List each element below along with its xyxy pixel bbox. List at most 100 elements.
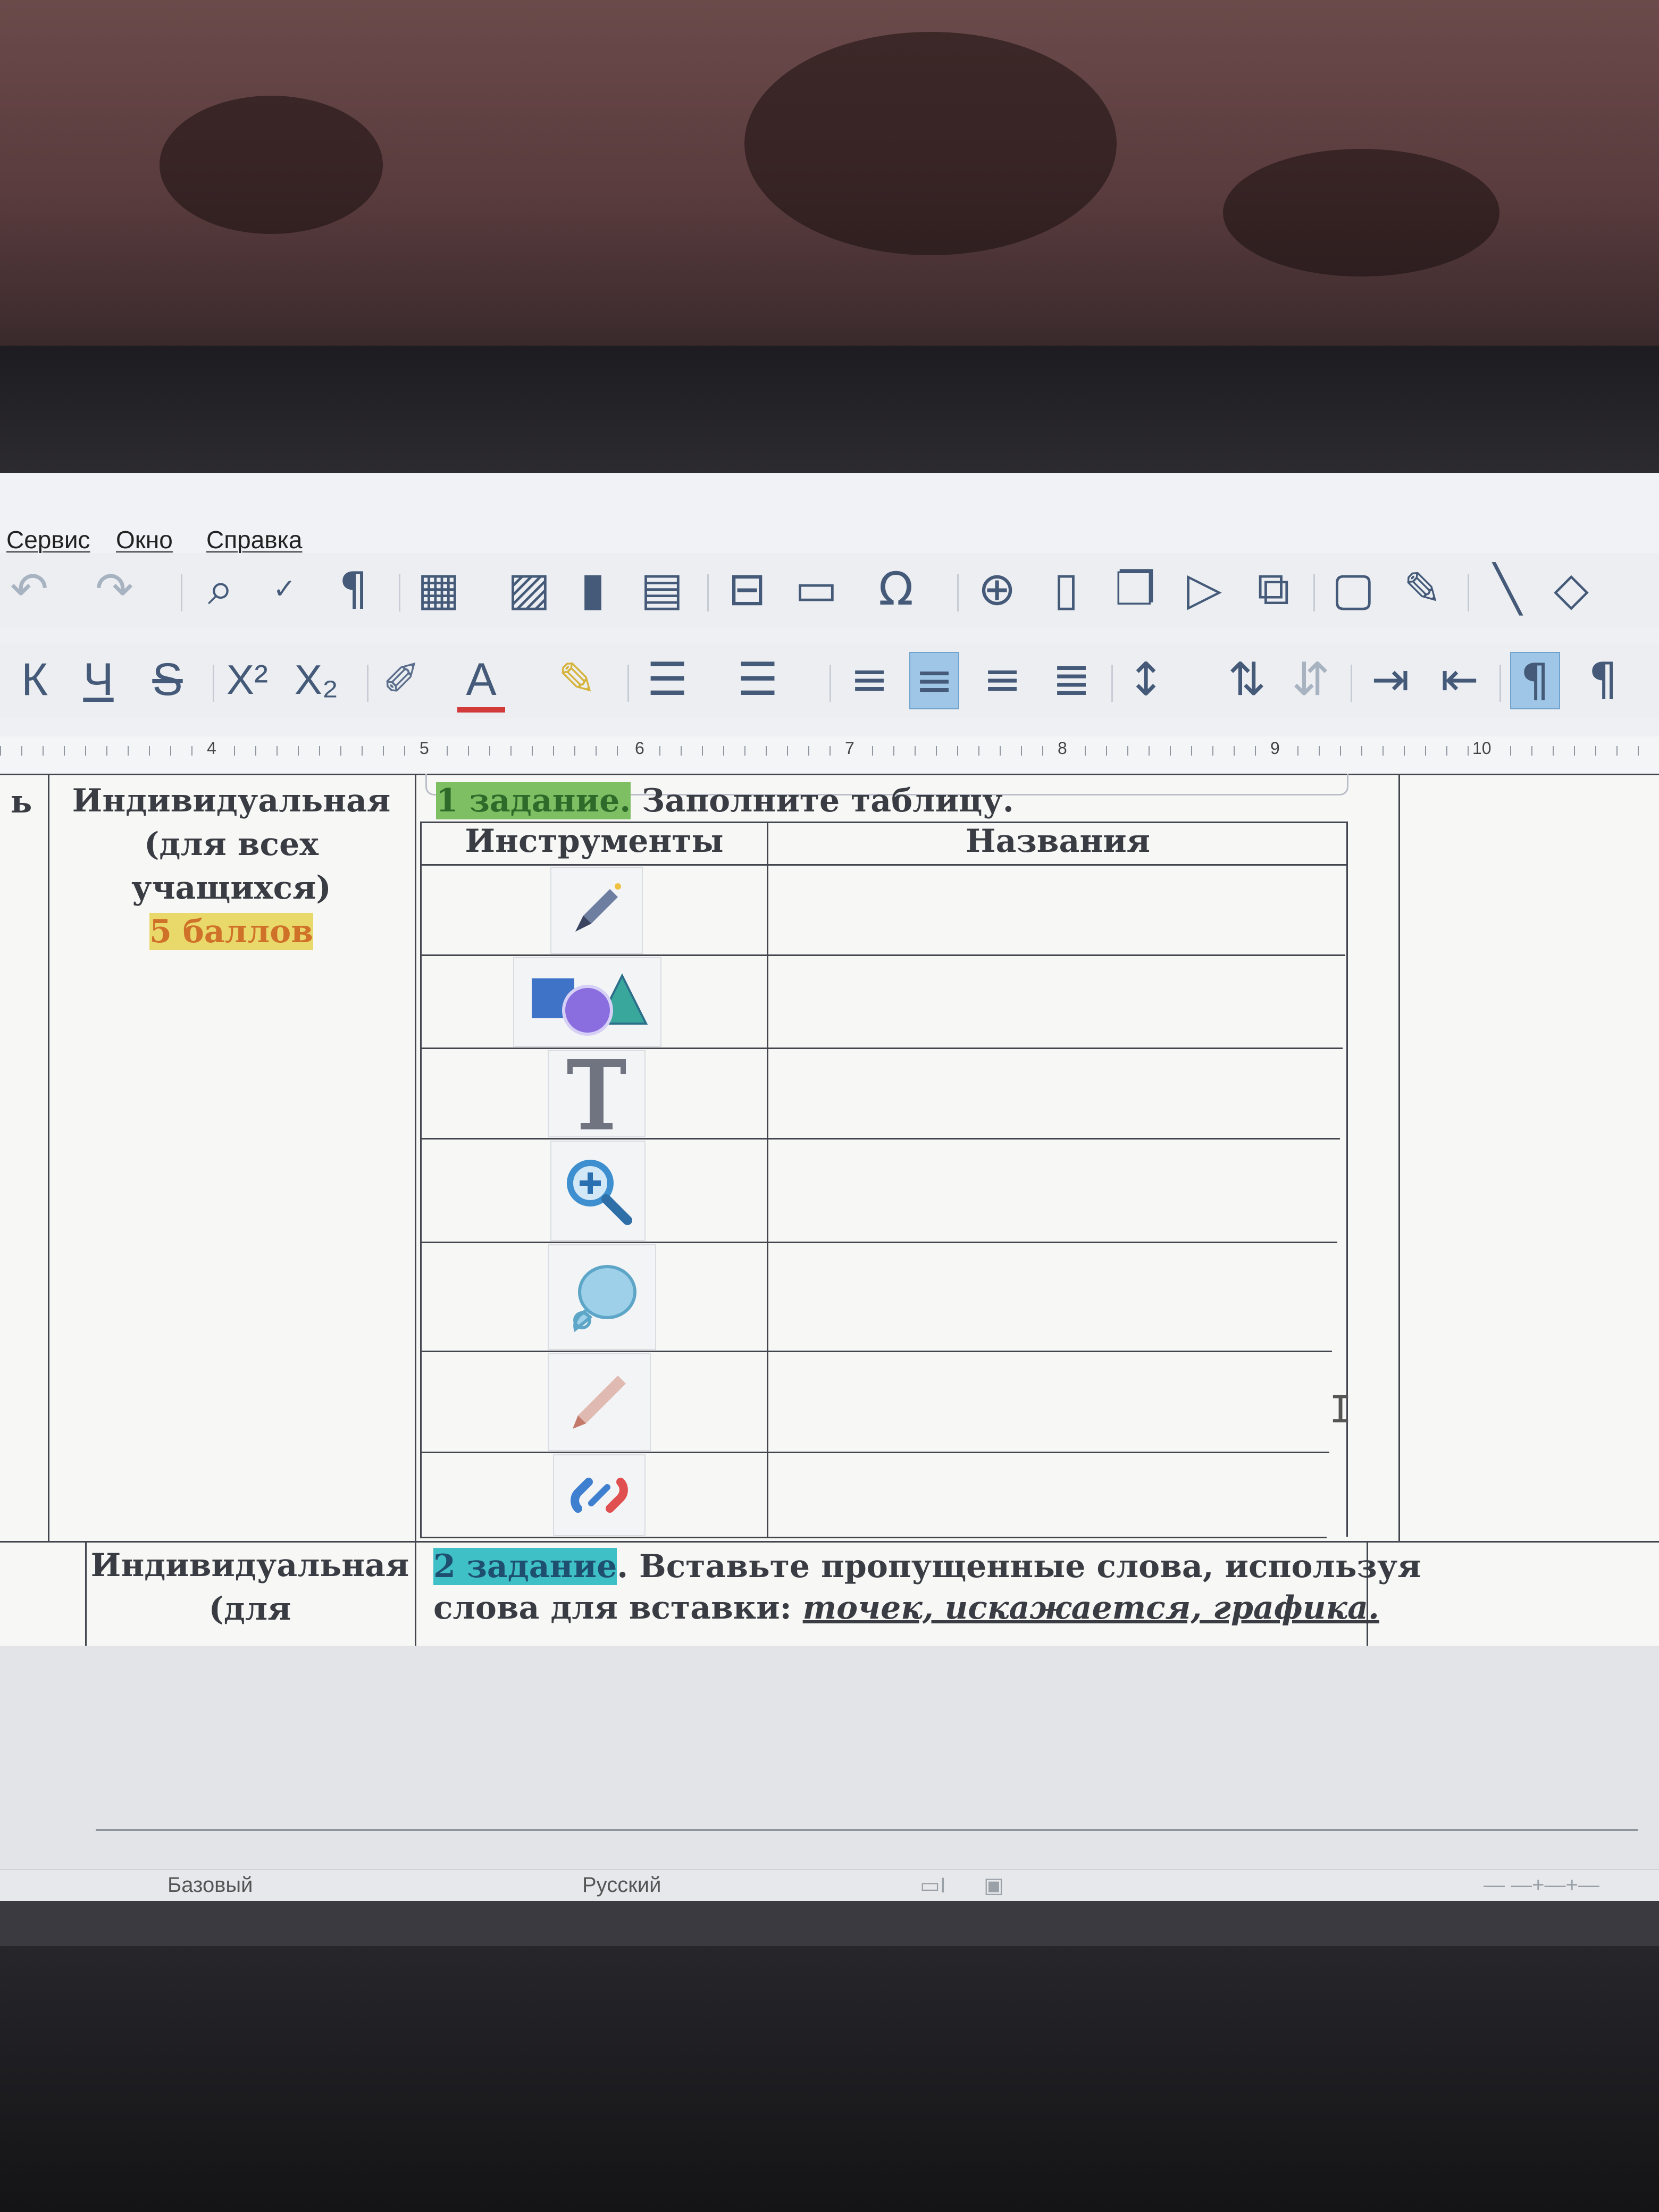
ruler-tick-label: 9 [1268, 739, 1282, 758]
subscript-button[interactable]: X₂ [292, 652, 340, 707]
horizontal-ruler[interactable]: 4 5 6 7 8 9 10 [0, 736, 1659, 775]
wall-pattern [744, 32, 1117, 255]
toolbar-separator [627, 665, 629, 702]
table-row [550, 1141, 646, 1241]
table-row [550, 867, 643, 954]
wall-pattern [160, 96, 383, 234]
align-center-icon[interactable]: ≡ [909, 652, 959, 709]
bold-button[interactable]: К [11, 652, 58, 707]
document-page[interactable]: ь Индивидуальная (для всех учащихся) 5 б… [0, 774, 1659, 1647]
toolbar-separator [367, 665, 368, 702]
line-spacing-icon[interactable]: ↕ [1122, 652, 1170, 707]
toolbar-separator [1468, 574, 1469, 611]
special-character-icon[interactable]: Ω [872, 562, 920, 617]
superscript-button[interactable]: X² [223, 652, 271, 707]
task2-line2: слова для вставки: точек, искажается, гр… [433, 1587, 1379, 1629]
zoom-icon [566, 1159, 632, 1225]
shapes-icon [531, 973, 648, 1036]
table-border [415, 774, 416, 1646]
task1-text: Заполните таблицу. [642, 782, 1014, 819]
task1-label: 1 задание. [436, 782, 631, 819]
task2-insert-words: точек, искажается, графика. [802, 1589, 1379, 1627]
align-right-icon[interactable]: ≡ [978, 652, 1026, 707]
justify-icon[interactable]: ≣ [1048, 652, 1095, 707]
hyperlink-icon[interactable]: ⊕ [973, 562, 1021, 617]
menu-service[interactable]: Сервис [6, 525, 90, 554]
inner-row-line [420, 954, 1345, 956]
formatting-marks-icon[interactable]: ¶ [330, 562, 378, 617]
left-to-right-icon[interactable]: ¶ [1510, 652, 1560, 709]
toolbar-separator [1111, 665, 1113, 702]
spellcheck-icon[interactable]: ✓ [261, 562, 308, 617]
insert-field-icon[interactable]: ▭ [792, 562, 840, 617]
footnote-icon[interactable]: ▯ [1042, 562, 1090, 617]
inner-row-line [420, 1351, 1332, 1352]
undo-icon[interactable]: ↶ [5, 562, 53, 617]
table-row [553, 1454, 646, 1536]
menu-window[interactable]: Окно [116, 525, 173, 554]
comment-icon[interactable]: ▢ [1329, 562, 1377, 617]
page-style-label[interactable]: Базовый [167, 1873, 253, 1897]
page-break-icon[interactable]: ⊟ [723, 562, 771, 617]
pencil-icon [573, 1376, 626, 1429]
column-header-names: Названия [965, 823, 1151, 860]
table-border [0, 1541, 1659, 1543]
table-border [85, 1541, 87, 1646]
monitor-bezel-bottom [0, 1946, 1659, 2212]
toolbar-separator [707, 574, 709, 611]
track-changes-icon[interactable]: ✎ [1398, 562, 1446, 617]
decrease-indent-icon[interactable]: ⇤ [1436, 652, 1484, 707]
font-color-button[interactable]: A [457, 652, 505, 713]
insert-chart-icon[interactable]: ▮ [569, 562, 617, 617]
page-gap [0, 1646, 1659, 1869]
line-icon[interactable]: ╲ [1484, 562, 1531, 617]
find-replace-icon[interactable]: ⌕ [197, 562, 245, 617]
inner-row-line [420, 864, 1348, 866]
selection-mode-icon[interactable]: ▭I [920, 1873, 946, 1898]
endnote-icon[interactable]: ❐ [1111, 562, 1159, 617]
insert-image-icon[interactable]: ▨ [505, 562, 553, 617]
task2-text: . Вставьте пропущенные слова, используя [617, 1548, 1421, 1585]
toolbar-separator [1499, 665, 1501, 702]
ruler-tick-label: 8 [1055, 739, 1069, 758]
numbering-icon[interactable]: ☰ [734, 652, 782, 707]
save-status-icon: ▣ [984, 1874, 1004, 1897]
increase-indent-icon[interactable]: ⇥ [1367, 652, 1414, 707]
toolbar-separator [830, 665, 831, 702]
toolbar-separator [957, 574, 959, 611]
work-form-line: учащихся) [131, 869, 331, 907]
insert-textbox-icon[interactable]: ▤ [638, 562, 686, 617]
clear-formatting-icon[interactable]: ✐ [378, 652, 425, 707]
bullets-icon[interactable]: ☰ [643, 652, 691, 707]
monitor-bezel-top [0, 346, 1659, 473]
bookmark-icon[interactable]: ▷ [1180, 562, 1228, 617]
callout-icon [573, 1264, 636, 1332]
align-left-icon[interactable]: ≡ [845, 652, 893, 707]
ruler-tick-label: 6 [633, 739, 647, 758]
menu-help[interactable]: Справка [206, 525, 302, 554]
language-label[interactable]: Русский [582, 1873, 661, 1897]
work-form-line: (для [208, 1590, 291, 1628]
underline-button[interactable]: Ч [74, 652, 122, 707]
status-bar: Базовый Русский ▭I ▣ — —+—+— [0, 1869, 1659, 1902]
redo-icon[interactable]: ↷ [90, 562, 138, 617]
highlight-color-icon[interactable]: ✎ [553, 652, 601, 707]
basic-shapes-icon[interactable]: ◇ [1547, 562, 1595, 617]
cross-reference-icon[interactable]: ⧉ [1250, 562, 1297, 617]
ruler-tick-label: 5 [417, 739, 431, 758]
task1-heading: 1 задание. Заполните таблицу. [436, 780, 1014, 822]
work-form-line: Индивидуальная [90, 1547, 409, 1584]
zoom-slider[interactable]: — —+—+— [1484, 1873, 1599, 1897]
menu-bar: Сервис Окно Справка [0, 473, 1659, 554]
app-window: Сервис Окно Справка ↶ ↷ ⌕ ✓ ¶ ▦ ▨ ▮ ▤ ⊟ … [0, 473, 1659, 1946]
inner-table-border [767, 822, 768, 1537]
insert-table-icon[interactable]: ▦ [415, 562, 463, 617]
table-row [548, 1244, 656, 1350]
paragraph-spacing-icon[interactable]: ⇅ [1223, 652, 1271, 707]
strikethrough-button[interactable]: S [144, 652, 191, 707]
inner-row-line [420, 1048, 1343, 1049]
table-border [1404, 774, 1659, 775]
right-to-left-icon[interactable]: ¶ [1579, 652, 1627, 707]
task2-label: 2 задание [433, 1548, 617, 1585]
score-label: 5 баллов [149, 913, 313, 950]
